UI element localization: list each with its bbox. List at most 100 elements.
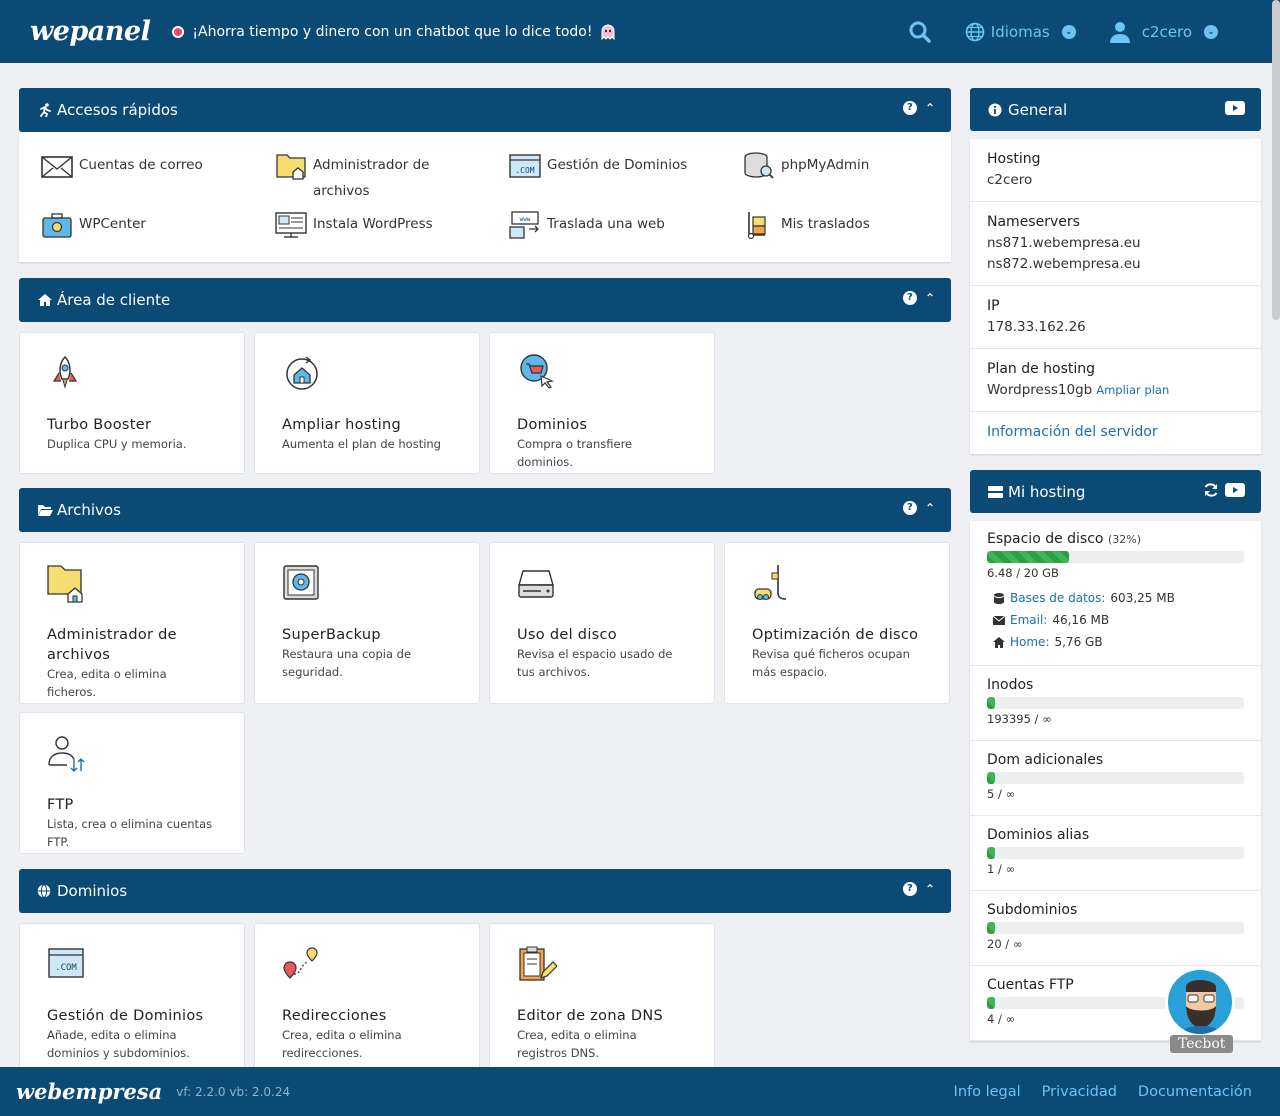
tecbot-chat-button[interactable]: Tecbot — [1165, 967, 1237, 1057]
server-icon — [988, 485, 1003, 498]
card-dns-editor[interactable]: Editor de zona DNS Crea, edita o elimina… — [489, 923, 715, 1073]
video-icon[interactable] — [1225, 483, 1245, 497]
quick-item-domains[interactable]: .COM Gestión de Dominios — [509, 152, 709, 180]
domains-title: Dominios — [57, 882, 128, 900]
folder-icon — [276, 154, 306, 180]
breakdown-email: Email: 46,16 MB — [987, 613, 1244, 627]
language-menu[interactable]: Idiomas — [991, 23, 1050, 41]
domains-cards: .COM Gestión de Dominios Añade, edita o … — [19, 913, 951, 1073]
chevron-down-icon[interactable]: ⌄ — [1061, 24, 1076, 39]
safe-icon — [283, 565, 319, 600]
folder-home-icon — [47, 565, 83, 603]
disk-space-meter: Espacio de disco (32%) 6.48 / 20 GB Base… — [970, 521, 1261, 666]
subdomains-progress-bar — [987, 922, 1244, 934]
footer-links: Info legal Privacidad Documentación — [954, 1084, 1252, 1100]
subdomains-meter: Subdominios 20 / ∞ — [970, 891, 1261, 966]
collapse-icon[interactable]: ⌃ — [925, 101, 935, 115]
card-disk-optimization[interactable]: Optimización de disco Revisa qué fichero… — [724, 542, 950, 704]
domain-com-icon: .COM — [48, 948, 84, 978]
wepanel-logo[interactable]: wepanel — [30, 16, 151, 47]
disk-progress-bar — [987, 551, 1244, 563]
files-cards: Administrador de archivos Crea, edita o … — [19, 532, 951, 869]
globe-icon — [37, 884, 51, 898]
general-header: General — [970, 88, 1261, 131]
client-area-header: Área de cliente ? ⌃ — [19, 278, 951, 322]
globe-icon[interactable] — [965, 22, 985, 42]
alias-domains-meter: Dominios alias 1 / ∞ — [970, 816, 1261, 891]
rocket-icon — [52, 355, 78, 389]
help-icon[interactable]: ? — [902, 291, 917, 305]
collapse-icon[interactable]: ⌃ — [925, 501, 935, 515]
svg-text:.COM: .COM — [55, 963, 77, 973]
general-title: General — [1008, 100, 1068, 119]
upgrade-plan-link[interactable]: Ampliar plan — [1096, 383, 1169, 397]
folder-open-icon — [38, 505, 53, 516]
server-info-link[interactable]: Información del servidor — [970, 412, 1261, 454]
running-icon — [40, 103, 51, 117]
monitor-icon — [275, 212, 307, 238]
help-icon[interactable]: ? — [902, 882, 917, 896]
help-icon[interactable]: ? — [902, 101, 917, 115]
user-menu[interactable]: c2cero — [1142, 23, 1192, 41]
tecbot-avatar — [1165, 967, 1235, 1037]
tecbot-label: Tecbot — [1170, 1035, 1234, 1053]
quick-item-wpcenter[interactable]: WPCenter — [41, 211, 241, 239]
footer: webempresa vf: 2.2.0 vb: 2.0.24 Info leg… — [0, 1067, 1280, 1116]
help-icon[interactable]: ? — [902, 501, 917, 515]
my-hosting-header: Mi hosting — [970, 470, 1261, 513]
collapse-icon[interactable]: ⌃ — [925, 291, 935, 305]
video-icon[interactable] — [1225, 101, 1245, 115]
user-icon[interactable] — [1109, 21, 1130, 43]
chevron-down-icon[interactable]: ⌄ — [1204, 24, 1218, 39]
quick-item-transfer[interactable]: www Traslada una web — [509, 211, 709, 239]
quick-access-header: Accesos rápidos ? ⌃ — [19, 88, 951, 132]
addon-domains-meter: Dom adicionales 5 / ∞ — [970, 741, 1261, 816]
refresh-icon[interactable] — [1203, 483, 1219, 497]
quick-item-phpmyadmin[interactable]: phpMyAdmin — [743, 152, 943, 180]
promo-text[interactable]: ¡Ahorra tiempo y dinero con un chatbot q… — [192, 24, 592, 40]
info-icon — [988, 103, 1002, 116]
home-icon — [993, 636, 1005, 648]
clipboard-edit-icon — [519, 946, 558, 981]
quick-item-mail[interactable]: Cuentas de correo — [41, 152, 241, 180]
card-file-manager[interactable]: Administrador de archivos Crea, edita o … — [19, 542, 245, 704]
transfer-icon: www — [509, 211, 539, 239]
card-ftp[interactable]: FTP Lista, crea o elimina cuentas FTP. — [19, 712, 245, 854]
bearded-bot-icon — [1179, 980, 1223, 1034]
card-domain-management[interactable]: .COM Gestión de Dominios Añade, edita o … — [19, 923, 245, 1073]
top-right-menu: Idiomas ⌄ c2cero ⌄ — [909, 0, 1218, 63]
card-turbo-booster[interactable]: Turbo Booster Duplica CPU y memoria. — [19, 332, 245, 474]
quick-item-file-manager[interactable]: Administrador de archivos — [275, 152, 485, 204]
quick-item-my-transfers[interactable]: Mis traslados — [743, 211, 943, 239]
ghost-icon — [601, 24, 614, 40]
card-upgrade-hosting[interactable]: Ampliar hosting Aumenta el plan de hosti… — [254, 332, 480, 474]
webempresa-logo[interactable]: webempresa — [16, 1079, 162, 1104]
footer-link-docs[interactable]: Documentación — [1138, 1084, 1252, 1100]
mail-icon — [41, 156, 73, 178]
database-icon — [994, 592, 1004, 604]
alias-domains-progress-bar — [987, 847, 1244, 859]
hard-drive-icon — [518, 570, 554, 598]
client-area-cards: Turbo Booster Duplica CPU y memoria. Amp… — [19, 322, 951, 488]
upgrade-home-icon — [286, 356, 318, 390]
quick-access-title: Accesos rápidos — [57, 101, 178, 119]
card-disk-usage[interactable]: Uso del disco Revisa el espacio usado de… — [489, 542, 715, 704]
target-icon — [172, 25, 185, 38]
card-redirects[interactable]: Redirecciones Crea, edita o elimina redi… — [254, 923, 480, 1073]
briefcase-icon — [42, 213, 72, 238]
cart-cursor-icon — [520, 354, 554, 389]
footer-link-privacy[interactable]: Privacidad — [1042, 1084, 1117, 1100]
client-area-title: Área de cliente — [57, 291, 171, 309]
ftp-user-icon — [48, 736, 85, 772]
home-icon — [38, 294, 52, 306]
page-scrollbar[interactable] — [1272, 0, 1280, 320]
card-domains[interactable]: Dominios Compra o transfiere dominios. — [489, 332, 715, 474]
nameservers-row: Nameservers ns871.webempresa.eu ns872.we… — [970, 202, 1261, 286]
collapse-icon[interactable]: ⌃ — [925, 882, 935, 896]
promo-banner[interactable]: ¡Ahorra tiempo y dinero con un chatbot q… — [172, 24, 614, 40]
search-icon[interactable] — [909, 21, 931, 43]
quick-item-install-wordpress[interactable]: Instala WordPress — [275, 211, 475, 239]
route-pin-icon — [283, 947, 318, 979]
card-superbackup[interactable]: SuperBackup Restaura una copia de seguri… — [254, 542, 480, 704]
footer-link-legal[interactable]: Info legal — [954, 1084, 1021, 1100]
